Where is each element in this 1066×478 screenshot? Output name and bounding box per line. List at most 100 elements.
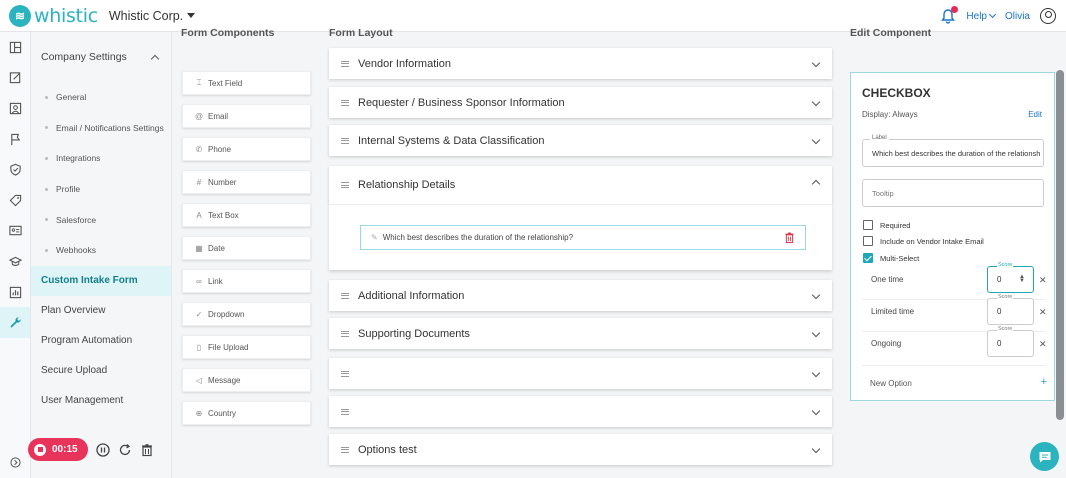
company-settings-group[interactable]: Company Settings bbox=[31, 32, 171, 82]
label-input[interactable]: Label Which best describes the duration … bbox=[862, 135, 1044, 167]
score-input-ongoing[interactable]: Score 0 bbox=[987, 326, 1034, 357]
hash-icon: # bbox=[196, 177, 202, 187]
section-internal-systems[interactable]: Internal Systems & Data Classification bbox=[329, 125, 832, 156]
rail-id-card-icon[interactable] bbox=[0, 216, 30, 247]
chevron-down-icon[interactable] bbox=[811, 328, 821, 338]
rail-settings-wrench-icon[interactable] bbox=[0, 307, 30, 338]
sidebar-item-user-management[interactable]: User Management bbox=[31, 386, 171, 416]
drag-handle-icon[interactable] bbox=[341, 408, 349, 415]
component-text-field[interactable]: ⌶ Text Field bbox=[182, 71, 311, 95]
text-box-icon: A bbox=[196, 210, 202, 220]
drag-handle-icon[interactable] bbox=[341, 370, 349, 377]
question-duration[interactable]: ✎ Which best describes the duration of t… bbox=[360, 225, 806, 250]
rail-education-icon[interactable] bbox=[0, 246, 30, 277]
section-requester-sponsor[interactable]: Requester / Business Sponsor Information bbox=[329, 87, 832, 118]
rail-collapse-icon[interactable] bbox=[0, 457, 31, 468]
tooltip-input[interactable]: Tooltip bbox=[862, 179, 1044, 207]
sidebar-item-profile[interactable]: Profile bbox=[31, 174, 171, 205]
rail-tag-icon[interactable] bbox=[0, 185, 30, 216]
rail-dashboard-icon[interactable] bbox=[0, 32, 30, 63]
chat-launcher-button[interactable] bbox=[1030, 442, 1059, 471]
component-link[interactable]: ∞ Link bbox=[182, 269, 311, 293]
sidebar-item-webhooks[interactable]: Webhooks bbox=[31, 235, 171, 266]
restart-icon[interactable] bbox=[118, 443, 132, 457]
rail-contacts-icon[interactable] bbox=[0, 93, 30, 124]
drag-handle-icon[interactable] bbox=[341, 330, 349, 337]
tooltip-placeholder: Tooltip bbox=[872, 188, 894, 198]
component-phone[interactable]: ✆ Phone bbox=[182, 137, 311, 161]
multi-select-checkbox[interactable]: Multi-Select bbox=[863, 253, 919, 263]
drag-handle-icon[interactable] bbox=[341, 446, 349, 453]
checkbox-unchecked[interactable] bbox=[863, 220, 873, 230]
component-dropdown[interactable]: ✓ Dropdown bbox=[182, 302, 311, 326]
drag-handle-icon[interactable] bbox=[341, 60, 349, 67]
new-option-label[interactable]: New Option bbox=[870, 379, 912, 388]
score-input-one-time[interactable]: Score 0 ▲ ▼ bbox=[987, 262, 1034, 293]
pause-icon[interactable] bbox=[95, 442, 110, 457]
component-message[interactable]: ◁ Message bbox=[182, 368, 311, 392]
link-icon: ∞ bbox=[196, 276, 202, 286]
component-number[interactable]: # Number bbox=[182, 170, 311, 194]
drag-handle-icon[interactable] bbox=[341, 99, 349, 106]
checkbox-unchecked[interactable] bbox=[863, 236, 873, 246]
chevron-up-icon[interactable] bbox=[811, 179, 821, 189]
chevron-down-icon[interactable] bbox=[811, 444, 821, 454]
chevron-down-icon[interactable] bbox=[811, 406, 821, 416]
rail-edit-icon[interactable] bbox=[0, 63, 30, 94]
company-switcher[interactable]: Whistic Corp. bbox=[109, 9, 196, 23]
stepper-icon[interactable]: ▲ ▼ bbox=[1019, 274, 1025, 284]
sidebar-item-custom-intake-form[interactable]: Custom Intake Form bbox=[31, 265, 171, 296]
sidebar-item-email-notifications[interactable]: Email / Notifications Settings bbox=[31, 113, 171, 144]
sidebar-item-salesforce[interactable]: Salesforce bbox=[31, 204, 171, 235]
required-checkbox[interactable]: Required bbox=[863, 220, 910, 230]
add-option-plus-icon[interactable]: + bbox=[1041, 376, 1047, 388]
edit-component-title: Edit Component bbox=[850, 27, 932, 39]
sidebar-item-plan-overview[interactable]: Plan Overview bbox=[31, 296, 171, 326]
chevron-down-icon[interactable] bbox=[811, 135, 821, 145]
section-supporting-documents[interactable]: Supporting Documents bbox=[329, 318, 832, 349]
chevron-down-icon[interactable] bbox=[811, 97, 821, 107]
user-name[interactable]: Olivia bbox=[1005, 11, 1030, 22]
component-country[interactable]: ⊕ Country bbox=[182, 401, 311, 425]
notifications-bell-icon[interactable] bbox=[940, 6, 959, 24]
chevron-down-icon[interactable] bbox=[811, 58, 821, 68]
form-components-title: Form Components bbox=[181, 27, 275, 39]
stop-recording-button[interactable]: 00:15 bbox=[28, 438, 88, 461]
drag-handle-icon[interactable] bbox=[341, 137, 349, 144]
phone-icon: ✆ bbox=[195, 144, 203, 154]
component-date[interactable]: ▦ Date bbox=[182, 236, 311, 260]
remove-option-icon[interactable]: ✕ bbox=[1039, 307, 1047, 318]
remove-option-icon[interactable]: ✕ bbox=[1039, 339, 1047, 350]
section-additional-information[interactable]: Additional Information bbox=[329, 280, 832, 311]
component-file-upload[interactable]: ▯ File Upload bbox=[182, 335, 311, 359]
section-relationship-details[interactable]: Relationship Details bbox=[329, 166, 832, 204]
account-icon[interactable] bbox=[1040, 8, 1056, 24]
rail-flag-icon[interactable] bbox=[0, 124, 30, 155]
section-untitled-1[interactable] bbox=[329, 358, 832, 389]
sidebar-item-secure-upload[interactable]: Secure Upload bbox=[31, 356, 171, 386]
whistic-logo[interactable]: ≋ whistic bbox=[9, 4, 98, 27]
remove-option-icon[interactable]: ✕ bbox=[1039, 275, 1047, 286]
help-menu[interactable]: Help bbox=[966, 11, 997, 22]
section-untitled-2[interactable] bbox=[329, 396, 832, 427]
component-text-box[interactable]: A Text Box bbox=[182, 203, 311, 227]
drag-handle-icon[interactable] bbox=[341, 182, 349, 188]
checkbox-checked[interactable] bbox=[863, 253, 873, 263]
include-vendor-email-checkbox[interactable]: Include on Vendor Intake Email bbox=[863, 236, 984, 246]
discard-trash-icon[interactable] bbox=[140, 443, 154, 457]
page-scrollbar[interactable] bbox=[1056, 70, 1064, 420]
rail-analytics-icon[interactable] bbox=[0, 277, 30, 308]
chevron-down-icon[interactable] bbox=[811, 368, 821, 378]
section-vendor-information[interactable]: Vendor Information bbox=[329, 48, 832, 79]
sidebar-item-general[interactable]: General bbox=[31, 82, 171, 113]
section-options-test[interactable]: Options test bbox=[329, 434, 832, 465]
component-email[interactable]: @ Email bbox=[182, 104, 311, 128]
chevron-down-icon[interactable] bbox=[811, 290, 821, 300]
sidebar-item-program-automation[interactable]: Program Automation bbox=[31, 326, 171, 356]
sidebar-item-integrations[interactable]: Integrations bbox=[31, 143, 171, 174]
edit-display-link[interactable]: Edit bbox=[1028, 110, 1042, 119]
rail-shield-icon[interactable] bbox=[0, 154, 30, 185]
drag-handle-icon[interactable] bbox=[341, 292, 349, 299]
delete-trash-icon[interactable] bbox=[785, 232, 794, 243]
score-input-limited-time[interactable]: Score 0 bbox=[987, 294, 1034, 325]
